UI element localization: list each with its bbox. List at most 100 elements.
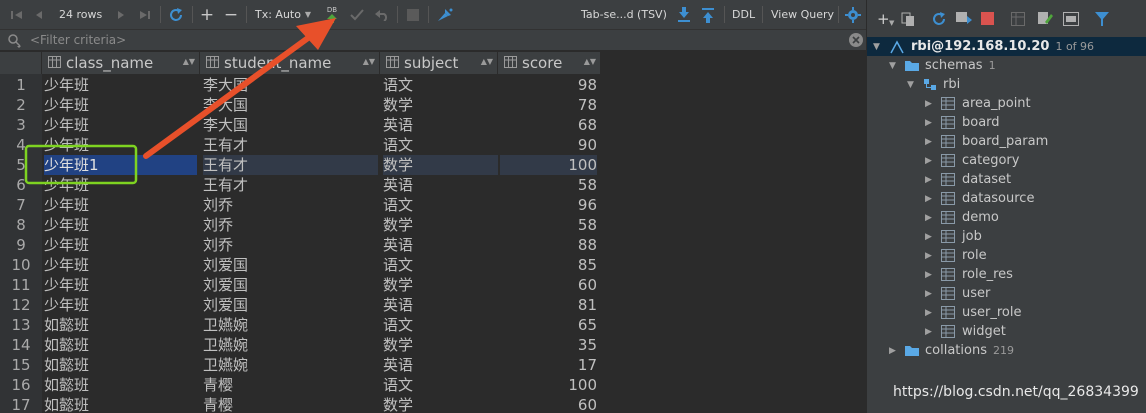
expand-arrow-icon[interactable]: ▶ xyxy=(925,308,935,318)
cell-score[interactable]: 98 xyxy=(500,75,597,95)
filter-input[interactable]: <Filter criteria> xyxy=(30,33,126,47)
cell-student-name[interactable]: 卫嬿婉 xyxy=(203,335,378,355)
sort-icon[interactable]: ▲▼ xyxy=(363,57,375,66)
expand-arrow-icon[interactable]: ▼ xyxy=(889,61,899,71)
cell-score[interactable]: 35 xyxy=(500,335,597,355)
cell-score[interactable]: 65 xyxy=(500,315,597,335)
column-header[interactable]: subject ▲▼ xyxy=(380,52,498,74)
sort-icon[interactable]: ▲▼ xyxy=(584,57,596,66)
cell-score[interactable]: 60 xyxy=(500,275,597,295)
tree-table[interactable]: ▶ role xyxy=(925,246,987,265)
last-page-icon[interactable] xyxy=(136,4,154,25)
cell-subject[interactable]: 数学 xyxy=(383,335,498,355)
table-row[interactable]: 3 少年班 李大国 英语 68 xyxy=(0,115,601,135)
expand-arrow-icon[interactable]: ▶ xyxy=(925,232,935,242)
cell-class-name[interactable]: 少年班 xyxy=(44,115,197,135)
prev-page-icon[interactable] xyxy=(32,4,46,25)
cell-class-name[interactable]: 少年班 xyxy=(44,135,197,155)
tree-table[interactable]: ▶ category xyxy=(925,151,1019,170)
cell-class-name[interactable]: 少年班1 xyxy=(44,155,197,175)
rollback-icon[interactable] xyxy=(373,4,391,25)
expand-arrow-icon[interactable]: ▼ xyxy=(907,80,917,90)
refresh-icon[interactable] xyxy=(931,11,947,31)
expand-arrow-icon[interactable]: ▶ xyxy=(889,346,899,356)
import-icon[interactable] xyxy=(699,4,717,25)
cell-student-name[interactable]: 刘乔 xyxy=(203,215,378,235)
table-row[interactable]: 4 少年班 王有才 语文 90 xyxy=(0,135,601,155)
add-datasource-icon[interactable]: + xyxy=(877,10,890,28)
cell-subject[interactable]: 英语 xyxy=(383,235,498,255)
cell-score[interactable]: 78 xyxy=(500,95,597,115)
table-row[interactable]: 2 少年班 李大国 数学 78 xyxy=(0,95,601,115)
expand-arrow-icon[interactable]: ▶ xyxy=(925,156,935,166)
tree-table[interactable]: ▶ dataset xyxy=(925,170,1011,189)
cell-score[interactable]: 17 xyxy=(500,355,597,375)
cell-subject[interactable]: 数学 xyxy=(383,215,498,235)
cell-subject[interactable]: 语文 xyxy=(383,375,498,395)
table-row[interactable]: 17 如懿班 青樱 数学 60 xyxy=(0,395,601,413)
cell-class-name[interactable]: 少年班 xyxy=(44,175,197,195)
tx-dropdown-icon[interactable]: ▼ xyxy=(302,4,314,25)
tree-table[interactable]: ▶ widget xyxy=(925,322,1006,341)
expand-arrow-icon[interactable]: ▼ xyxy=(873,42,883,52)
sort-icon[interactable]: ▲▼ xyxy=(183,57,195,66)
expand-arrow-icon[interactable]: ▶ xyxy=(925,118,935,128)
tree-table[interactable]: ▶ board_param xyxy=(925,132,1048,151)
tree-connection[interactable]: ▼ rbi@192.168.10.20 1 of 96 xyxy=(873,37,1094,56)
cell-student-name[interactable]: 青樱 xyxy=(203,395,378,413)
tree-schema-rbi[interactable]: ▼ rbi xyxy=(907,75,960,94)
table-row[interactable]: 9 少年班 刘乔 英语 88 xyxy=(0,235,601,255)
table-row[interactable]: 13 如懿班 卫嬿婉 语文 65 xyxy=(0,315,601,335)
expand-arrow-icon[interactable]: ▶ xyxy=(925,251,935,261)
cell-class-name[interactable]: 少年班 xyxy=(44,215,197,235)
cell-class-name[interactable]: 如懿班 xyxy=(44,375,197,395)
cell-subject[interactable]: 语文 xyxy=(383,315,498,335)
cell-score[interactable]: 58 xyxy=(500,215,597,235)
expand-arrow-icon[interactable]: ▶ xyxy=(925,213,935,223)
cell-student-name[interactable]: 李大国 xyxy=(203,95,378,115)
cell-subject[interactable]: 数学 xyxy=(383,155,498,175)
copy-icon[interactable] xyxy=(901,11,915,30)
cell-class-name[interactable]: 如懿班 xyxy=(44,335,197,355)
add-row-icon[interactable]: + xyxy=(198,4,216,25)
cell-class-name[interactable]: 少年班 xyxy=(44,255,197,275)
pin-tab-icon[interactable] xyxy=(434,4,456,25)
cell-subject[interactable]: 语文 xyxy=(383,135,498,155)
expand-arrow-icon[interactable]: ▶ xyxy=(925,270,935,280)
refresh-icon[interactable] xyxy=(166,4,186,25)
cell-score[interactable]: 96 xyxy=(500,195,597,215)
table-row[interactable]: 6 少年班 王有才 英语 58 xyxy=(0,175,601,195)
cell-subject[interactable]: 语文 xyxy=(383,195,498,215)
cell-score[interactable]: 81 xyxy=(500,295,597,315)
view-query-button[interactable]: View Query xyxy=(771,8,834,21)
cell-score[interactable]: 90 xyxy=(500,135,597,155)
console-icon[interactable] xyxy=(1063,11,1079,30)
disconnect-icon[interactable] xyxy=(981,11,995,30)
tree-table[interactable]: ▶ area_point xyxy=(925,94,1031,113)
add-dropdown-icon[interactable]: ▼ xyxy=(889,19,894,27)
cell-subject[interactable]: 语文 xyxy=(383,255,498,275)
column-header[interactable]: score ▲▼ xyxy=(498,52,601,74)
cell-class-name[interactable]: 如懿班 xyxy=(44,395,197,413)
cell-student-name[interactable]: 王有才 xyxy=(203,155,378,175)
cell-student-name[interactable]: 卫嬿婉 xyxy=(203,315,378,335)
cell-class-name[interactable]: 少年班 xyxy=(44,75,197,95)
expand-arrow-icon[interactable]: ▶ xyxy=(925,137,935,147)
column-header[interactable]: class_name ▲▼ xyxy=(42,52,200,74)
cell-student-name[interactable]: 王有才 xyxy=(203,135,378,155)
tree-table[interactable]: ▶ job xyxy=(925,227,982,246)
edit-source-icon[interactable] xyxy=(1037,10,1053,30)
stop-icon[interactable] xyxy=(404,4,422,25)
expand-arrow-icon[interactable]: ▶ xyxy=(925,194,935,204)
table-row[interactable]: 16 如懿班 青樱 语文 100 xyxy=(0,375,601,395)
table-row[interactable]: 10 少年班 刘爱国 语文 85 xyxy=(0,255,601,275)
cell-class-name[interactable]: 少年班 xyxy=(44,195,197,215)
cell-student-name[interactable]: 刘爱国 xyxy=(203,255,378,275)
tree-collations[interactable]: ▶ collations 219 xyxy=(889,341,1014,360)
export-icon[interactable] xyxy=(675,4,693,25)
next-page-icon[interactable] xyxy=(114,4,128,25)
export-format-select[interactable]: Tab-se...d (TSV) xyxy=(581,8,667,21)
cell-score[interactable]: 100 xyxy=(500,155,597,175)
cell-subject[interactable]: 英语 xyxy=(383,355,498,375)
cell-subject[interactable]: 英语 xyxy=(383,175,498,195)
